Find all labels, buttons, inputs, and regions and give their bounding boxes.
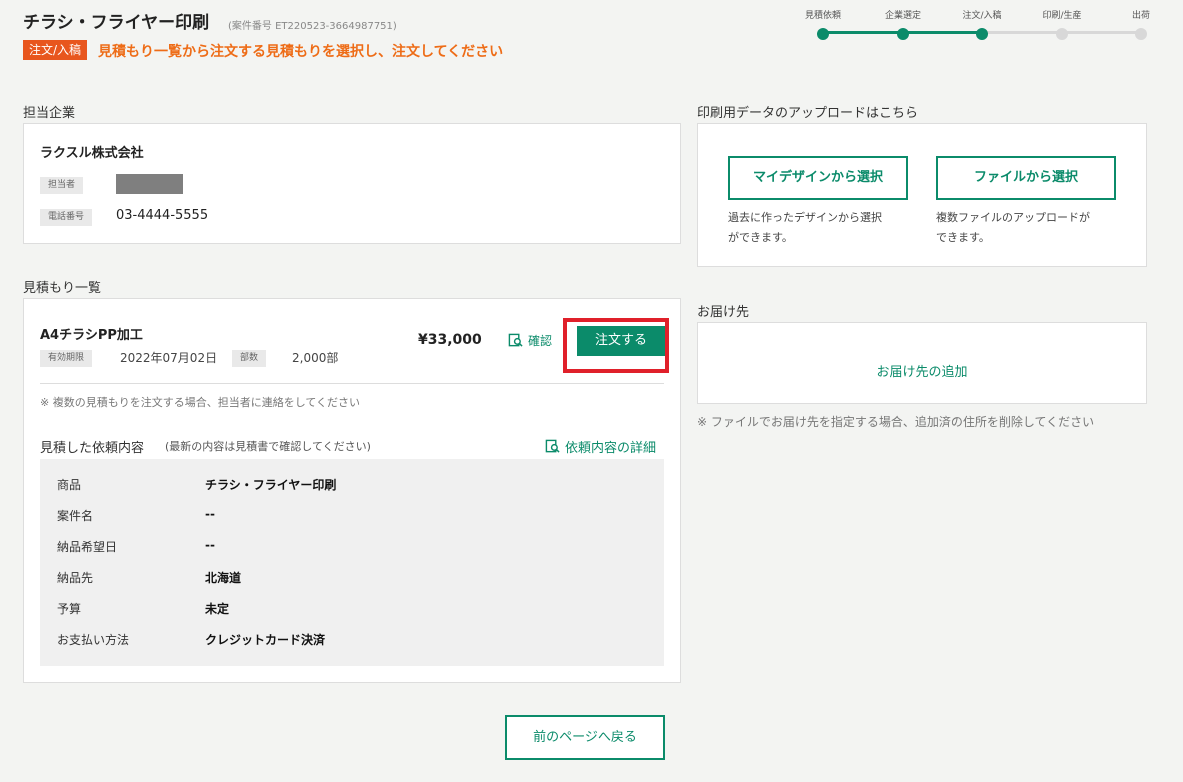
request-detail-box: 商品 チラシ・フライヤー印刷 案件名 -- 納品希望日 -- 納品先 北海道 予… [40, 459, 664, 666]
design-desc-line: 過去に作ったデザインから選択 [728, 211, 882, 224]
upload-card: マイデザインから選択 過去に作ったデザインから選択 ができます。 ファイルから選… [697, 123, 1147, 267]
document-search-icon [508, 333, 523, 348]
step-dot [976, 28, 988, 40]
step-company-select: 企業選定 [870, 0, 936, 40]
expiry-date: 2022年07月02日 [120, 351, 218, 365]
company-name: ラクスル株式会社 [40, 146, 144, 161]
status-badge: 注文/入稿 [23, 40, 88, 60]
detail-key: 納品先 [57, 571, 94, 585]
multi-order-note: ※ 複数の見積もりを注文する場合、担当者に連絡をしてください [40, 396, 361, 409]
quantity-tag: 部数 [232, 350, 267, 367]
request-note: (最新の内容は見積書で確認してください) [165, 440, 371, 453]
case-number: (案件番号 ET220523-3664987751) [228, 21, 397, 32]
detail-value: -- [205, 507, 215, 521]
company-section-label: 担当企業 [23, 106, 76, 121]
quote-title: A4チラシPP加工 [40, 328, 143, 343]
detail-value: 未定 [205, 602, 230, 616]
confirm-link[interactable]: 確認 [508, 332, 552, 349]
detail-key: 予算 [57, 602, 82, 616]
detail-key: 商品 [57, 478, 82, 492]
select-from-file-button[interactable]: ファイルから選択 [936, 156, 1116, 200]
instruction-text: 見積もり一覧から注文する見積もりを選択し、注文してください [98, 44, 504, 60]
quotes-card: A4チラシPP加工 有効期限 2022年07月02日 部数 2,000部 ¥33… [23, 298, 681, 683]
step-label: 見積依頼 [804, 11, 841, 21]
request-detail-link[interactable]: 依頼内容の詳細 [545, 437, 656, 456]
detail-key: 案件名 [57, 509, 94, 523]
phone-tag: 電話番号 [40, 209, 93, 226]
contact-tag: 担当者 [40, 177, 84, 194]
back-button[interactable]: 前のページへ戻る [505, 715, 665, 760]
design-description: 過去に作ったデザインから選択 ができます。 [728, 208, 882, 248]
file-desc-line: できます。 [936, 231, 990, 244]
detail-value: 北海道 [205, 571, 242, 585]
design-desc-line: ができます。 [728, 231, 793, 244]
add-delivery-link[interactable]: お届け先の追加 [698, 361, 1146, 380]
step-label: 出荷 [1131, 11, 1150, 21]
step-printing: 印刷/生産 [1029, 0, 1095, 40]
quote-divider [40, 383, 664, 384]
step-dot [817, 28, 829, 40]
order-button[interactable]: 注文する [577, 326, 665, 356]
progress-stepper: 見積依頼 企業選定 注文/入稿 印刷/生産 出荷 [790, 0, 1170, 45]
quote-price: ¥33,000 [418, 332, 482, 348]
step-dot [897, 28, 909, 40]
file-description: 複数ファイルのアップロードが できます。 [936, 208, 1090, 248]
file-desc-line: 複数ファイルのアップロードが [936, 211, 1090, 224]
step-shipping: 出荷 [1108, 0, 1174, 40]
detail-key: お支払い方法 [57, 633, 130, 647]
delivery-note: ※ ファイルでお届け先を指定する場合、追加済の住所を削除してください [697, 415, 1095, 429]
step-order: 注文/入稿 [949, 0, 1015, 40]
quotes-section-label: 見積もり一覧 [23, 281, 102, 296]
request-heading: 見積した依頼内容 [40, 441, 145, 456]
detail-value: クレジットカード決済 [205, 633, 326, 647]
company-card: ラクスル株式会社 担当者 電話番号 03-4444-5555 [23, 123, 681, 244]
phone-number: 03-4444-5555 [116, 208, 209, 223]
confirm-label: 確認 [528, 334, 553, 348]
delivery-card: お届け先の追加 [697, 322, 1147, 404]
step-label: 企業選定 [884, 11, 921, 21]
document-search-icon [545, 439, 560, 454]
detail-value: チラシ・フライヤー印刷 [205, 478, 337, 492]
delivery-section-label: お届け先 [697, 305, 750, 320]
contact-name-redacted [116, 174, 183, 194]
upload-section-label: 印刷用データのアップロードはこちら [697, 106, 919, 121]
expiry-tag: 有効期限 [40, 350, 93, 367]
select-from-my-design-button[interactable]: マイデザインから選択 [728, 156, 908, 200]
detail-value: -- [205, 538, 215, 552]
step-dot [1056, 28, 1068, 40]
quantity-value: 2,000部 [292, 351, 339, 365]
detail-key: 納品希望日 [57, 540, 118, 554]
request-detail-label: 依頼内容の詳細 [565, 441, 657, 456]
step-quote-request: 見積依頼 [790, 0, 856, 40]
step-label: 印刷/生産 [1042, 11, 1082, 21]
step-dot [1135, 28, 1147, 40]
step-label: 注文/入稿 [962, 11, 1002, 21]
page-title: チラシ・フライヤー印刷 [23, 13, 210, 33]
